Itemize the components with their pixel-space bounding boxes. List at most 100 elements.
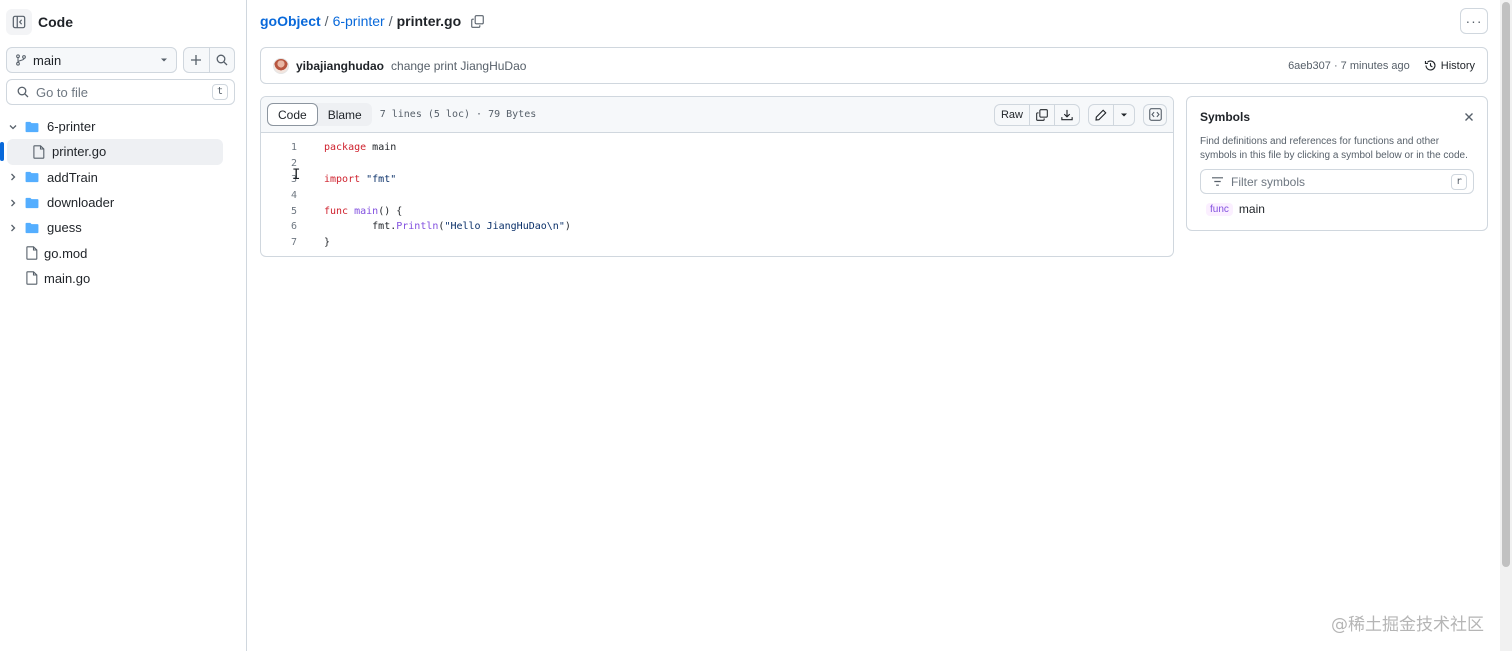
sidebar-title: Code: [38, 14, 73, 30]
token-string: "fmt": [360, 173, 397, 185]
search-icon: [216, 54, 228, 66]
line-number[interactable]: 7: [261, 237, 297, 248]
file-tree-sidebar: Code main t 6-printer printer.g: [0, 0, 247, 651]
text-cursor-icon: I: [292, 167, 301, 183]
token-function[interactable]: main: [348, 206, 378, 217]
branch-row: main: [6, 47, 235, 73]
tree-item-folder[interactable]: guess: [0, 215, 247, 240]
plus-icon: [191, 55, 202, 65]
latest-commit-bar: yibajianghudao change print JiangHuDao 6…: [260, 47, 1488, 84]
view-mode-toggle: Code Blame: [267, 103, 372, 126]
git-branch-icon: [16, 54, 26, 66]
line-number[interactable]: 1: [261, 142, 297, 153]
commit-author-link[interactable]: yibajianghudao: [296, 59, 384, 73]
more-options-button[interactable]: ···: [1460, 8, 1488, 34]
history-button[interactable]: History: [1424, 59, 1475, 72]
chevron-right-icon[interactable]: [7, 198, 19, 208]
tree-item-file[interactable]: go.mod: [0, 240, 247, 265]
chevron-right-icon[interactable]: [7, 223, 19, 233]
raw-button[interactable]: Raw: [995, 105, 1029, 125]
tree-item-label: 6-printer: [47, 119, 96, 135]
token-keyword: import: [324, 173, 361, 185]
tab-blame[interactable]: Blame: [318, 103, 372, 126]
file-icon: [33, 145, 45, 159]
file-actions: Raw: [993, 103, 1167, 126]
code-line: 5 func main() {: [261, 203, 1173, 219]
shortcut-key: r: [1450, 173, 1467, 190]
filter-symbols-input[interactable]: [1231, 174, 1451, 189]
scrollbar-thumb[interactable]: [1502, 2, 1510, 567]
caret-down-icon: [1121, 113, 1127, 116]
close-symbols-button[interactable]: [1464, 112, 1474, 122]
edit-file-button[interactable]: [1089, 105, 1113, 125]
token-text: }: [324, 237, 331, 249]
line-code: import "fmt": [324, 174, 396, 185]
sidebar-header: Code: [6, 9, 73, 35]
add-file-button[interactable]: [184, 48, 209, 72]
breadcrumb: goObject / 6-printer / printer.go: [260, 11, 484, 31]
commit-message-link[interactable]: change print JiangHuDao: [391, 59, 526, 73]
search-icon: [17, 86, 29, 98]
branch-selector[interactable]: main: [6, 47, 177, 73]
breadcrumb-separator: /: [324, 13, 329, 29]
pencil-icon: [1095, 108, 1107, 121]
copy-icon: [471, 14, 484, 28]
tree-item-folder[interactable]: addTrain: [0, 165, 247, 190]
tree-item-label: printer.go: [52, 144, 107, 160]
symbol-item[interactable]: func main: [1200, 202, 1474, 216]
watermark: @稀土掘金技术社区: [1331, 615, 1484, 635]
line-code: func main() {: [324, 206, 402, 217]
tree-item-file[interactable]: main.go: [0, 266, 247, 291]
download-button[interactable]: [1054, 104, 1079, 125]
code-line: 3 import "fmt": [261, 172, 1173, 188]
file-icon: [26, 271, 38, 286]
folder-icon: [25, 171, 39, 183]
token-function[interactable]: Println: [396, 221, 438, 232]
chevron-right-icon[interactable]: [7, 172, 19, 182]
sidebar-collapse-icon: [12, 15, 26, 29]
tab-code[interactable]: Code: [267, 103, 318, 126]
tree-item-label: main.go: [44, 270, 91, 286]
line-code: fmt.Println("Hello JiangHuDao\n"): [324, 221, 571, 232]
chevron-down-icon[interactable]: [7, 122, 19, 132]
search-files-button[interactable]: [208, 48, 235, 72]
copy-raw-button[interactable]: [1029, 104, 1054, 125]
breadcrumb-repo-link[interactable]: goObject: [260, 13, 321, 29]
code-viewer-header: Code Blame 7 lines (5 loc) · 79 Bytes Ra…: [261, 97, 1173, 133]
raw-copy-download-group: Raw: [993, 103, 1080, 126]
token-text: main: [366, 142, 397, 154]
tree-item-label: guess: [47, 220, 82, 236]
line-number[interactable]: 5: [261, 206, 297, 217]
commit-hash-time[interactable]: 6aeb307 · 7 minutes ago: [1288, 60, 1410, 72]
avatar[interactable]: [273, 57, 289, 74]
code-line: 2: [261, 156, 1173, 172]
go-to-file-input[interactable]: [35, 84, 212, 100]
symbols-panel-toggle[interactable]: [1143, 103, 1167, 126]
token-keyword: func: [324, 205, 349, 217]
tree-item-label: downloader: [47, 195, 115, 211]
line-number[interactable]: 4: [261, 190, 297, 201]
tree-actions: [183, 47, 235, 73]
token-string: "Hello JiangHuDao\n": [444, 221, 565, 233]
page-scrollbar[interactable]: [1500, 0, 1512, 651]
symbol-kind-badge: func: [1206, 202, 1233, 216]
copy-path-button[interactable]: [471, 14, 484, 28]
tree-item-file-selected[interactable]: printer.go: [0, 139, 223, 165]
code-line: 6 fmt.Println("Hello JiangHuDao\n"): [261, 219, 1173, 235]
edit-options-dropdown[interactable]: [1113, 104, 1134, 125]
tree-item-folder[interactable]: downloader: [0, 190, 247, 215]
history-icon: [1424, 60, 1436, 71]
token-text: fmt.: [324, 221, 397, 233]
code-line: 7 }: [261, 235, 1173, 251]
filter-symbols-field[interactable]: r: [1200, 169, 1474, 194]
line-code: package main: [324, 142, 396, 153]
code-line: 4: [261, 187, 1173, 203]
collapse-sidebar-button[interactable]: [6, 9, 32, 35]
tree-item-folder[interactable]: 6-printer: [0, 114, 247, 139]
breadcrumb-current-file: printer.go: [396, 13, 462, 29]
breadcrumb-separator: /: [388, 13, 393, 29]
line-number[interactable]: 6: [261, 221, 297, 232]
breadcrumb-folder-link[interactable]: 6-printer: [333, 13, 385, 29]
go-to-file-field[interactable]: t: [6, 79, 235, 105]
file-info: 7 lines (5 loc) · 79 Bytes: [379, 109, 537, 120]
